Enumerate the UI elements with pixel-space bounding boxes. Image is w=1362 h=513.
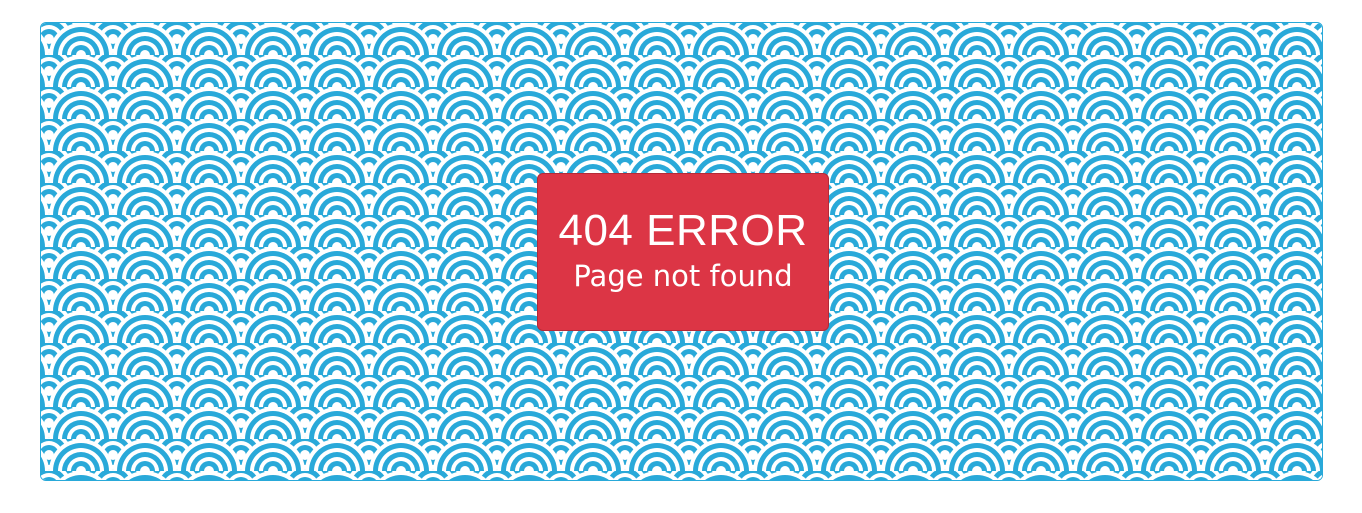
- error-title: 404 ERROR: [558, 206, 808, 255]
- error-message-box: 404 ERROR Page not found: [537, 173, 829, 331]
- error-page-frame: 404 ERROR Page not found: [40, 22, 1323, 481]
- error-subtitle: Page not found: [573, 259, 793, 293]
